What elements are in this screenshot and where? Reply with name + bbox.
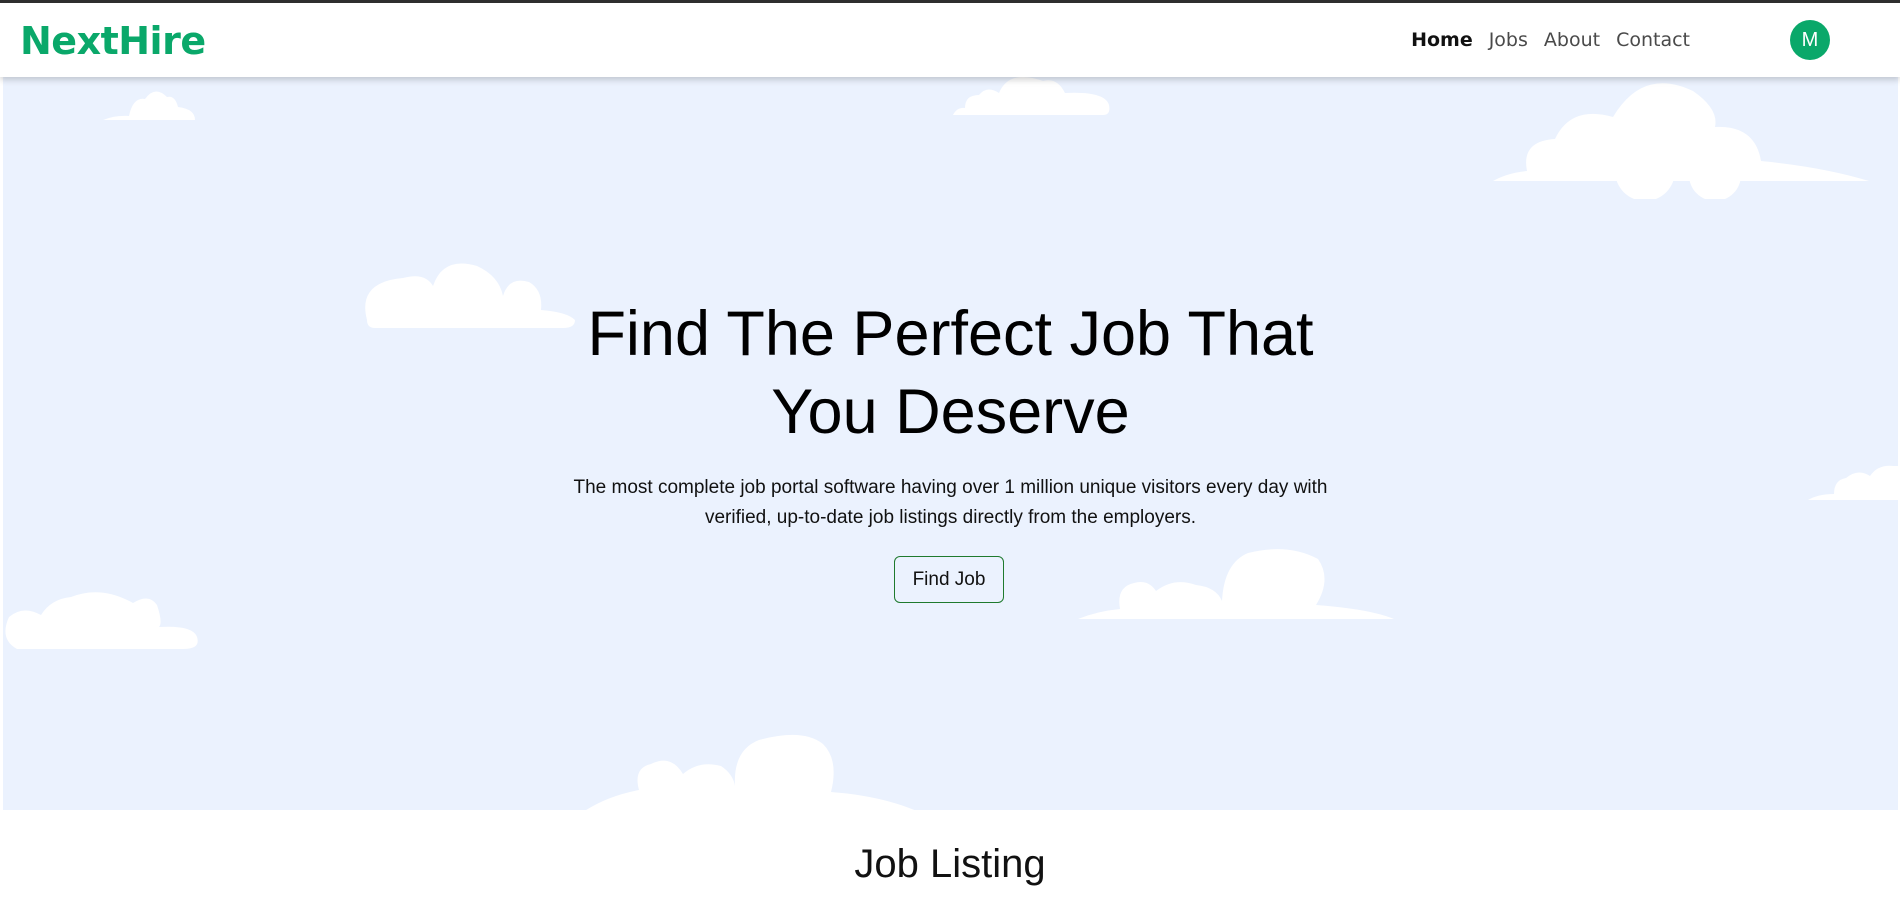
nav-link-about[interactable]: About [1544,29,1600,51]
hero-title: Find The Perfect Job That You Deserve [3,295,1898,451]
navbar: NextHire Home Jobs About Contact M [0,3,1900,77]
hero-title-line1: Find The Perfect Job That [587,299,1314,369]
find-job-button[interactable]: Find Job [894,556,1004,603]
hero-content: Find The Perfect Job That You Deserve Th… [3,77,1898,810]
hero-subtitle-line2: verified, up-to-date job listings direct… [704,507,1197,528]
hero-section: Find The Perfect Job That You Deserve Th… [3,77,1898,810]
nav-links: Home Jobs About Contact [1411,29,1690,51]
hero-subtitle-line1: The most complete job portal software ha… [573,477,1328,498]
nav-link-jobs[interactable]: Jobs [1489,29,1528,51]
brand-logo[interactable]: NextHire [20,19,206,63]
hero-title-line2: You Deserve [771,377,1130,447]
user-avatar[interactable]: M [1790,20,1830,60]
hero-subtitle: The most complete job portal software ha… [541,473,1361,533]
nav-link-contact[interactable]: Contact [1616,29,1690,51]
nav-link-home[interactable]: Home [1411,29,1473,51]
job-listing-heading: Job Listing [854,842,1046,886]
